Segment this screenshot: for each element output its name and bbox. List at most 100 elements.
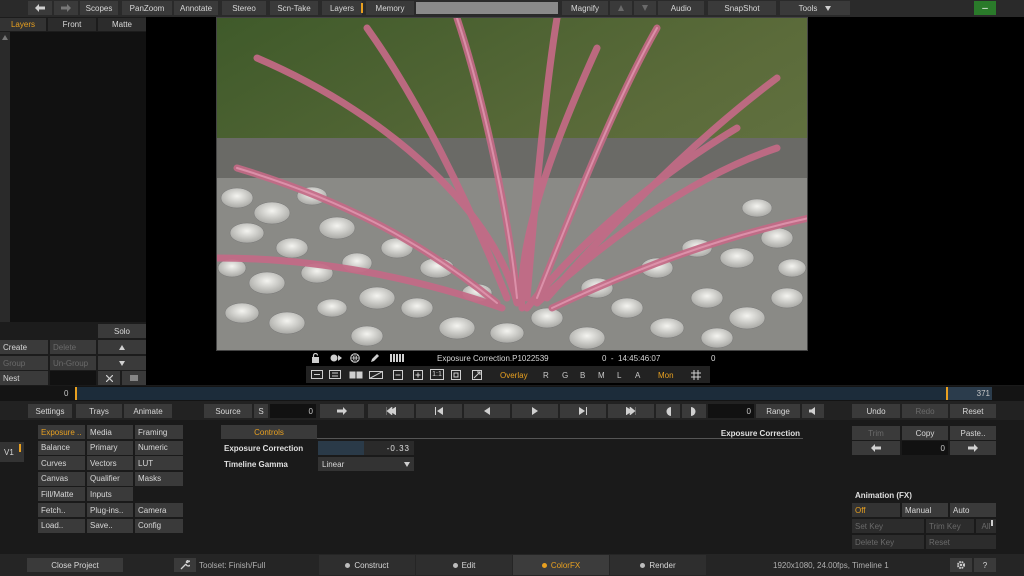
memory-field[interactable]	[416, 2, 558, 14]
anim-manual-button[interactable]: Manual	[902, 503, 948, 517]
solo-button[interactable]: Solo	[98, 324, 146, 338]
one-to-one-button[interactable]: 1:1	[430, 369, 444, 380]
zoom-out-icon[interactable]	[392, 369, 404, 380]
trim-key-button[interactable]: Trim Key	[926, 519, 974, 533]
forward-arrow-button[interactable]	[54, 1, 78, 15]
move-down-button[interactable]	[98, 356, 146, 370]
annotate-button[interactable]: Annotate	[174, 1, 218, 15]
go-to-button[interactable]	[320, 404, 364, 418]
menu-item[interactable]: Fetch..	[38, 503, 85, 517]
layers-button[interactable]: Layers	[322, 1, 362, 15]
menu-item[interactable]: Config	[135, 518, 183, 533]
workspace-tab[interactable]: Render	[610, 555, 706, 575]
next-frame-button[interactable]	[560, 404, 606, 418]
menu-item[interactable]: Save..	[87, 518, 133, 533]
scn-take-button[interactable]: Scn-Take	[270, 1, 318, 15]
menu-item[interactable]: Masks	[135, 471, 183, 486]
fullscreen-icon[interactable]	[471, 369, 483, 380]
menu-item[interactable]: Curves	[38, 456, 85, 471]
play-button[interactable]	[512, 404, 558, 418]
channel-r[interactable]: R	[543, 370, 549, 380]
pingpong-icon[interactable]	[328, 369, 342, 380]
overlay-toggle[interactable]: Overlay	[500, 370, 528, 380]
magnify-down-button[interactable]	[634, 1, 656, 15]
reset-button[interactable]: Reset	[950, 404, 996, 418]
anim-auto-button[interactable]: Auto	[950, 503, 996, 517]
s-button[interactable]: S	[254, 404, 268, 418]
scopes-button[interactable]: Scopes	[80, 1, 118, 15]
menu-item[interactable]: Inputs	[87, 487, 133, 502]
menu-item[interactable]: Numeric	[135, 440, 183, 455]
stereo-button[interactable]: Stereo	[222, 1, 266, 15]
channel-m[interactable]: M	[598, 370, 605, 380]
loop-icon[interactable]	[310, 369, 324, 380]
menu-item[interactable]: LUT	[135, 456, 183, 471]
pen-icon[interactable]	[369, 353, 381, 363]
speaker-button[interactable]	[802, 404, 824, 418]
filmstrip-icon[interactable]	[389, 353, 405, 363]
source-frame-field[interactable]: 0	[270, 404, 316, 418]
gamma-dropdown[interactable]: Linear	[318, 457, 414, 471]
mark-in-button[interactable]	[656, 404, 680, 418]
trim-button[interactable]: Trim	[852, 426, 900, 440]
nest-field[interactable]	[50, 371, 96, 385]
zoom-in-icon[interactable]	[412, 369, 424, 380]
panzoom-button[interactable]: PanZoom	[122, 1, 172, 15]
menu-item[interactable]: Framing	[135, 425, 183, 439]
magnify-up-button[interactable]	[610, 1, 632, 15]
menu-item[interactable]: Balance	[38, 440, 85, 455]
wipe-icon[interactable]	[368, 369, 384, 380]
copy-button[interactable]: Copy	[902, 426, 948, 440]
back-arrow-button[interactable]	[28, 1, 52, 15]
menu-item[interactable]: Primary	[87, 440, 133, 455]
menu-item[interactable]: Media	[87, 425, 133, 439]
channel-b[interactable]: B	[580, 370, 585, 380]
workspace-tab[interactable]: ColorFX	[513, 555, 609, 575]
move-up-button[interactable]	[98, 340, 146, 354]
range-button[interactable]: Range	[756, 404, 800, 418]
ungroup-button[interactable]: Un-Group	[50, 356, 96, 370]
playhead[interactable]	[75, 387, 77, 400]
gear-button[interactable]	[950, 558, 972, 572]
split-view-icon[interactable]	[348, 369, 364, 380]
anim-off-button[interactable]: Off	[852, 503, 900, 517]
nest-button[interactable]: Nest	[0, 371, 48, 385]
fit-icon[interactable]	[450, 369, 462, 380]
menu-item[interactable]: Vectors	[87, 456, 133, 471]
layers-scrollbar[interactable]	[0, 32, 10, 322]
record-frame-field[interactable]: 0	[708, 404, 754, 418]
help-button[interactable]: ?	[974, 558, 996, 572]
controls-tab[interactable]: Controls	[221, 425, 317, 439]
menu-item[interactable]: Plug-ins..	[87, 503, 133, 517]
grid-icon[interactable]	[690, 369, 702, 380]
snapshot-button[interactable]: SnapShot	[708, 1, 776, 15]
all-button[interactable]: All	[976, 519, 996, 533]
magnify-button[interactable]: Magnify	[562, 1, 608, 15]
close-project-button[interactable]: Close Project	[27, 558, 123, 572]
channel-l[interactable]: L	[617, 370, 621, 380]
key-value-field[interactable]: 0	[902, 441, 948, 455]
menu-item[interactable]: Canvas	[38, 471, 85, 486]
redo-button[interactable]: Redo	[902, 404, 948, 418]
clear-button[interactable]	[98, 371, 120, 385]
create-button[interactable]: Create	[0, 340, 48, 354]
next-key-button[interactable]	[950, 441, 996, 455]
record-icon[interactable]	[329, 353, 343, 363]
group-button[interactable]: Group	[0, 356, 48, 370]
menu-item[interactable]: Load..	[38, 518, 85, 533]
globe-icon[interactable]	[349, 353, 361, 363]
paste-button[interactable]: Paste..	[950, 426, 996, 440]
menu-item[interactable]: Fill/Matte	[38, 487, 85, 502]
mon-toggle[interactable]: Mon	[658, 370, 674, 380]
tab-layers[interactable]: Layers	[0, 18, 46, 31]
menu-item[interactable]: Exposure ..	[38, 425, 85, 439]
channel-a[interactable]: A	[635, 370, 640, 380]
layers-list[interactable]	[0, 32, 146, 322]
viewer-image[interactable]	[216, 17, 808, 351]
source-button[interactable]: Source	[204, 404, 252, 418]
list-options-button[interactable]	[122, 371, 146, 385]
go-to-start-button[interactable]	[368, 404, 414, 418]
menu-item[interactable]: Qualifier	[87, 471, 133, 486]
delete-button[interactable]: Delete	[50, 340, 96, 354]
delete-key-button[interactable]: Delete Key	[852, 535, 924, 549]
